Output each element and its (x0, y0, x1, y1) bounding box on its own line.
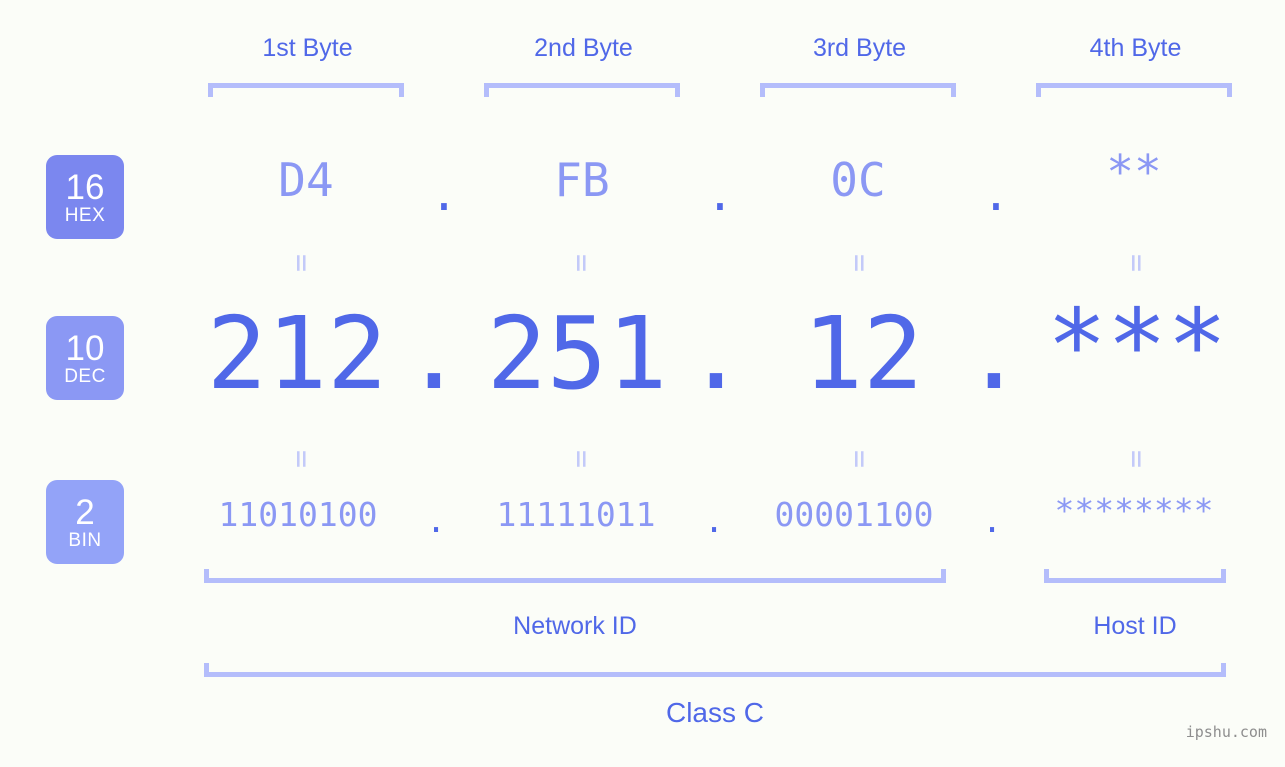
hex-separator-3: . (982, 167, 1010, 221)
equals-sign-dec-bin-4: = (1119, 449, 1154, 467)
dec-separator-1: . (403, 295, 465, 412)
byte-label-1: 1st Byte (262, 34, 353, 62)
byte-bracket-1 (208, 83, 404, 97)
byte-label-3: 3rd Byte (812, 34, 907, 62)
hex-separator-2: . (706, 167, 734, 221)
network-id-bracket (204, 569, 946, 583)
byte-label-2: 2nd Byte (534, 34, 633, 62)
hex-separator-1: . (430, 167, 458, 221)
bin-separator-1: . (426, 501, 446, 540)
network-id-label: Network ID (513, 612, 637, 640)
dec-separator-3: . (963, 295, 1025, 412)
dec-octet-3: 12 (802, 295, 924, 412)
equals-sign-dec-bin-1: = (284, 449, 319, 467)
bin-separator-2: . (704, 501, 724, 540)
bin-value-row: 11010100 . 11111011 . 00001100 . *******… (0, 491, 1285, 551)
hex-value-row: D4 . FB . 0C . ** (0, 145, 1285, 223)
host-id-bracket (1044, 569, 1226, 583)
dec-octet-2: 251 (486, 295, 668, 412)
watermark: ipshu.com (1185, 723, 1267, 741)
bin-octet-2: 11111011 (496, 495, 656, 534)
equals-sign-hex-dec-3: = (842, 253, 877, 271)
equals-sign-dec-bin-2: = (564, 449, 599, 467)
bin-octet-4: ******** (1054, 491, 1214, 530)
dec-octet-1: 212 (206, 295, 388, 412)
ip-address-breakdown-diagram: 1st Byte 2nd Byte 3rd Byte 4th Byte 16 H… (0, 0, 1285, 767)
equals-sign-hex-dec-4: = (1119, 253, 1154, 271)
hex-octet-1: D4 (278, 153, 334, 207)
hex-octet-4: ** (1106, 145, 1162, 199)
hex-octet-2: FB (554, 153, 610, 207)
bin-separator-3: . (982, 501, 1002, 540)
host-id-label: Host ID (1093, 612, 1177, 640)
equals-sign-hex-dec-1: = (284, 253, 319, 271)
dec-separator-2: . (685, 295, 747, 412)
byte-label-4: 4th Byte (1089, 34, 1182, 62)
byte-bracket-3 (760, 83, 956, 97)
byte-bracket-4 (1036, 83, 1232, 97)
class-bracket (204, 663, 1226, 677)
bin-octet-3: 00001100 (774, 495, 934, 534)
class-label: Class C (665, 697, 764, 728)
dec-value-row: 212 . 251 . 12 . *** (0, 287, 1285, 415)
bin-octet-1: 11010100 (218, 495, 378, 534)
byte-bracket-2 (484, 83, 680, 97)
equals-sign-hex-dec-2: = (564, 253, 599, 271)
dec-octet-4: *** (1046, 287, 1228, 404)
hex-octet-3: 0C (830, 153, 886, 207)
equals-sign-dec-bin-3: = (842, 449, 877, 467)
